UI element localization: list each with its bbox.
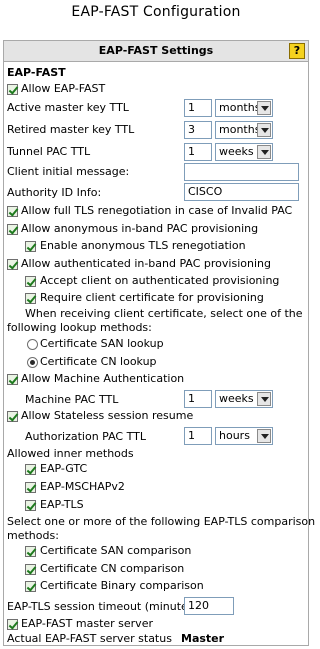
- allow-stateless-resume-checkbox[interactable]: [7, 411, 18, 422]
- allow-machine-auth-label: Allow Machine Authentication: [21, 372, 185, 385]
- machine-pac-ttl-unit-value: weeks: [219, 392, 254, 405]
- accept-client-authenticated-label: Accept client on authenticated provision…: [40, 274, 280, 287]
- comparison-methods-text-line1: Select one or more of the following EAP-…: [7, 515, 316, 528]
- cert-san-lookup-label: Certificate SAN lookup: [40, 337, 164, 350]
- allow-machine-auth-checkbox[interactable]: [7, 374, 18, 385]
- machine-pac-ttl-label: Machine PAC TTL: [25, 393, 119, 406]
- cert-binary-comparison-label: Certificate Binary comparison: [40, 579, 204, 592]
- inner-method-eap-mschapv2-label: EAP-MSCHAPv2: [40, 480, 125, 493]
- allow-anonymous-inband-label: Allow anonymous in-band PAC provisioning: [21, 222, 259, 235]
- page-title: EAP-FAST Configuration: [71, 4, 241, 20]
- chevron-down-icon: [257, 145, 271, 159]
- active-master-key-ttl-input[interactable]: 1: [184, 99, 212, 117]
- allow-eap-fast-label: Allow EAP-FAST: [21, 82, 106, 95]
- tunnel-pac-ttl-unit-value: weeks: [219, 145, 254, 158]
- authorization-pac-ttl-unit-select[interactable]: hours: [215, 427, 273, 445]
- client-initial-message-label: Client initial message:: [7, 165, 130, 178]
- retired-master-key-ttl-unit-select[interactable]: months: [215, 121, 273, 139]
- allow-authenticated-inband-checkbox[interactable]: [7, 259, 18, 270]
- enable-anonymous-tls-reneg-label: Enable anonymous TLS renegotiation: [40, 239, 246, 252]
- allow-anonymous-inband-checkbox[interactable]: [7, 224, 18, 235]
- section-label-eap-fast: EAP-FAST: [7, 66, 66, 79]
- panel-header-title: EAP-FAST Settings: [98, 44, 214, 57]
- machine-pac-ttl-unit-select[interactable]: weeks: [215, 390, 273, 408]
- inner-method-eap-tls-label: EAP-TLS: [40, 498, 84, 511]
- enable-anonymous-tls-reneg-checkbox[interactable]: [25, 241, 36, 252]
- cert-cn-lookup-radio[interactable]: [27, 357, 38, 368]
- inner-method-eap-mschapv2-checkbox[interactable]: [25, 482, 36, 493]
- retired-master-key-ttl-label: Retired master key TTL: [7, 123, 135, 136]
- authorization-pac-ttl-unit-value: hours: [219, 429, 250, 442]
- comparison-methods-text-line2: methods:: [7, 529, 59, 542]
- inner-method-eap-gtc-checkbox[interactable]: [25, 464, 36, 475]
- allow-full-tls-renegotiation-label: Allow full TLS renegotiation in case of …: [21, 204, 293, 217]
- cert-cn-comparison-label: Certificate CN comparison: [40, 562, 185, 575]
- accept-client-authenticated-checkbox[interactable]: [25, 276, 36, 287]
- session-timeout-input[interactable]: 120: [184, 597, 234, 615]
- tunnel-pac-ttl-unit-select[interactable]: weeks: [215, 143, 273, 161]
- cert-san-comparison-checkbox[interactable]: [25, 546, 36, 557]
- retired-master-key-ttl-unit-value: months: [219, 123, 261, 136]
- allow-full-tls-renegotiation-checkbox[interactable]: [7, 206, 18, 217]
- cert-san-lookup-radio[interactable]: [27, 339, 38, 350]
- active-master-key-ttl-unit-select[interactable]: months: [215, 99, 273, 117]
- chevron-down-icon: [257, 392, 271, 406]
- authorization-pac-ttl-label: Authorization PAC TTL: [25, 430, 146, 443]
- active-master-key-ttl-unit-value: months: [219, 101, 261, 114]
- lookup-methods-text-line2: following lookup methods:: [7, 321, 152, 334]
- active-master-key-ttl-label: Active master key TTL: [7, 101, 129, 114]
- machine-pac-ttl-input[interactable]: 1: [184, 390, 212, 408]
- cert-binary-comparison-checkbox[interactable]: [25, 581, 36, 592]
- tunnel-pac-ttl-label: Tunnel PAC TTL: [7, 145, 91, 158]
- master-server-label: EAP-FAST master server: [21, 617, 153, 630]
- cert-cn-comparison-checkbox[interactable]: [25, 564, 36, 575]
- authority-id-info-input[interactable]: CISCO: [184, 183, 299, 201]
- inner-method-eap-gtc-label: EAP-GTC: [40, 462, 88, 475]
- panel-header: EAP-FAST Settings ?: [4, 41, 308, 62]
- allow-stateless-resume-label: Allow Stateless session resume: [21, 409, 194, 422]
- lookup-methods-text-line1: When receiving client certificate, selec…: [25, 307, 303, 320]
- allow-eap-fast-checkbox[interactable]: [7, 84, 18, 95]
- require-client-cert-label: Require client certificate for provision…: [40, 291, 264, 304]
- authority-id-info-label: Authority ID Info:: [7, 186, 102, 199]
- help-icon[interactable]: ?: [289, 43, 305, 59]
- session-timeout-label: EAP-TLS session timeout (minutes): [7, 600, 198, 613]
- authorization-pac-ttl-input[interactable]: 1: [184, 427, 212, 445]
- chevron-down-icon: [257, 123, 271, 137]
- actual-server-status-value: Master: [181, 632, 225, 645]
- cert-cn-lookup-label: Certificate CN lookup: [40, 355, 157, 368]
- allow-authenticated-inband-label: Allow authenticated in-band PAC provisio…: [21, 257, 271, 270]
- chevron-down-icon: [257, 101, 271, 115]
- allowed-inner-methods-label: Allowed inner methods: [7, 447, 134, 460]
- actual-server-status-label: Actual EAP-FAST server status: [7, 632, 172, 645]
- cert-san-comparison-label: Certificate SAN comparison: [40, 544, 192, 557]
- tunnel-pac-ttl-input[interactable]: 1: [184, 143, 212, 161]
- require-client-cert-checkbox[interactable]: [25, 293, 36, 304]
- chevron-down-icon: [257, 429, 271, 443]
- inner-method-eap-tls-checkbox[interactable]: [25, 500, 36, 511]
- master-server-checkbox[interactable]: [7, 619, 18, 630]
- client-initial-message-input[interactable]: [184, 163, 299, 181]
- retired-master-key-ttl-input[interactable]: 3: [184, 121, 212, 139]
